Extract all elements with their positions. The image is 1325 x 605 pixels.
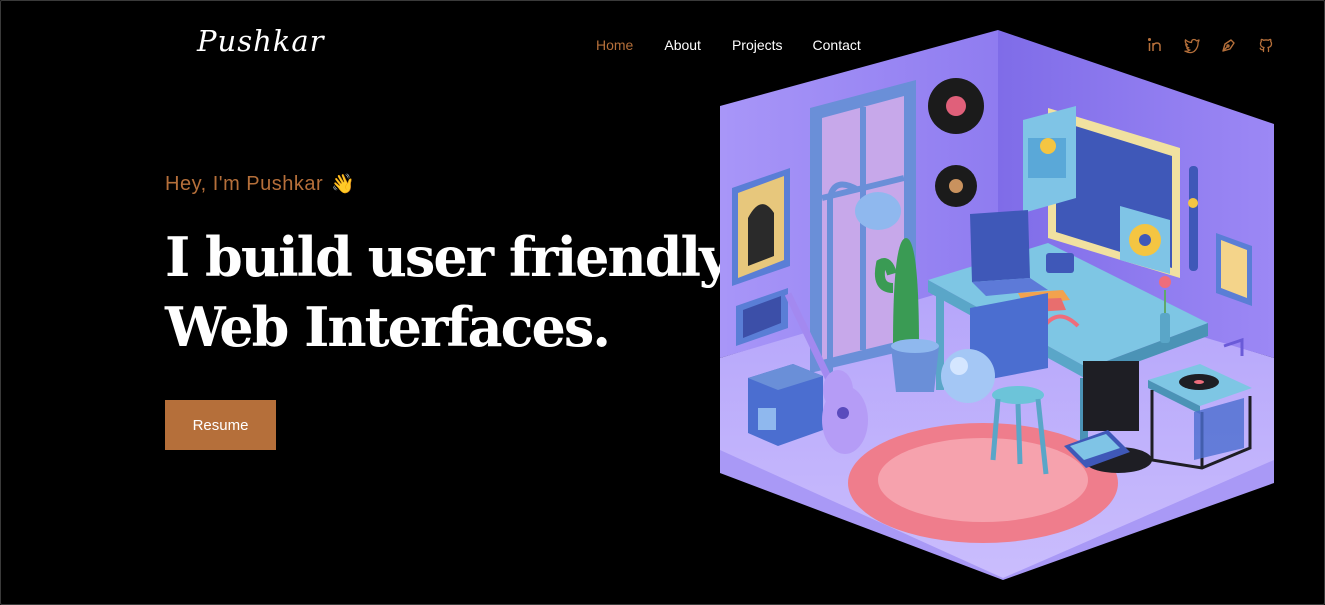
nav-home[interactable]: Home bbox=[596, 37, 633, 53]
logo[interactable]: Pushkar bbox=[197, 24, 324, 58]
headline-line-2: Web Interfaces. bbox=[165, 295, 611, 359]
resume-button[interactable]: Resume bbox=[165, 400, 276, 450]
headline-line-1: I build user friendly bbox=[165, 225, 730, 289]
hero-headline: I build user friendly Web Interfaces. bbox=[165, 222, 730, 362]
greeting-text: Hey, I'm Pushkar bbox=[165, 173, 324, 195]
nav-about[interactable]: About bbox=[664, 37, 701, 53]
isometric-room-illustration bbox=[720, 30, 1274, 580]
greeting: Hey, I'm Pushkar 👋 bbox=[165, 172, 355, 196]
wave-emoji: 👋 bbox=[331, 174, 356, 195]
